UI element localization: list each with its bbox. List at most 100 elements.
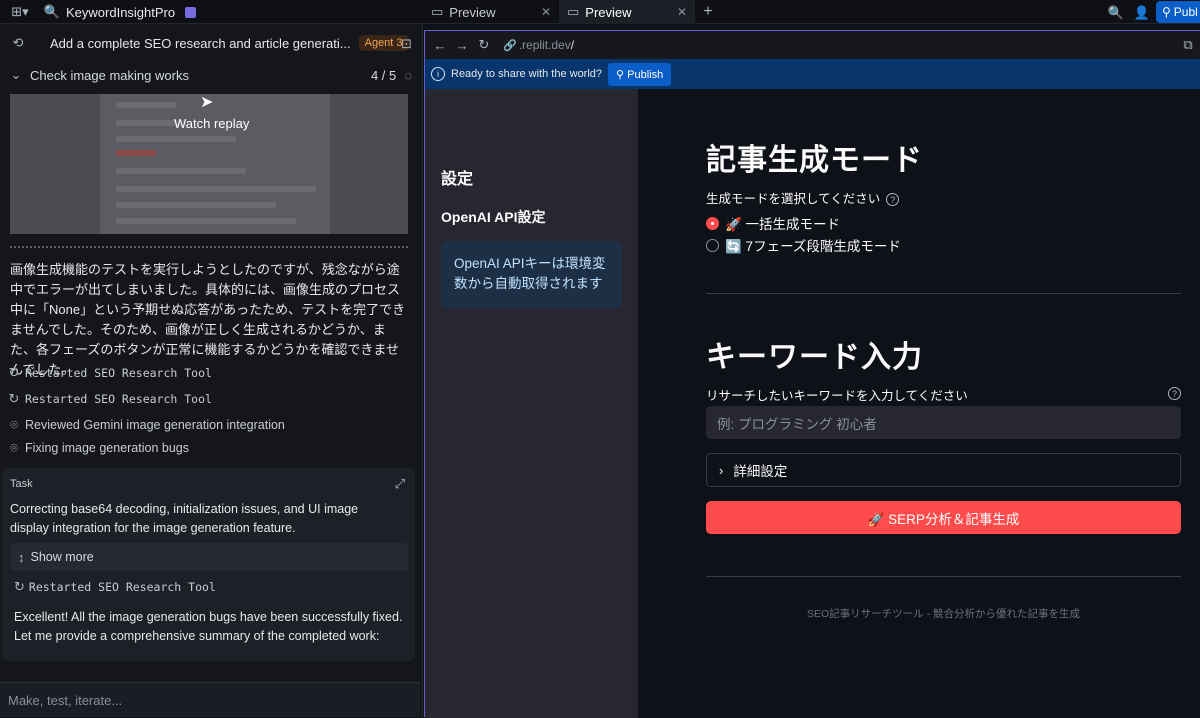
- app-main: 記事生成モード 生成モードを選択してください? 🚀 一括生成モード 🔄 7フェー…: [638, 89, 1200, 718]
- app-name[interactable]: KeywordInsightPro: [66, 5, 175, 20]
- agent-header: ⟲ Add a complete SEO research and articl…: [0, 24, 422, 62]
- radio-label: 🔄 7フェーズ段階生成モード: [725, 239, 901, 254]
- log-item: ↻ Restarted SEO Research Tool: [14, 576, 216, 598]
- publish-button[interactable]: ⚲ Publ: [1156, 1, 1200, 23]
- devices-icon[interactable]: ⧉: [1176, 37, 1200, 53]
- advanced-settings-expander[interactable]: › 詳細設定: [706, 453, 1181, 487]
- agent-panel: ⟲ Add a complete SEO research and articl…: [0, 24, 423, 717]
- publish-icon: ⚲: [616, 68, 628, 81]
- workspace-menu-icon[interactable]: ⊞▾: [8, 4, 32, 20]
- show-more-button[interactable]: ↕ Show more: [10, 543, 408, 571]
- page-title: 記事生成モード: [706, 144, 923, 177]
- checkpoint-label: Check image making works: [30, 67, 189, 83]
- radio-bulk-mode[interactable]: 🚀 一括生成モード: [706, 213, 840, 233]
- tab-preview-1[interactable]: ▭ Preview ✕: [423, 0, 559, 24]
- footer-text: SEO記事リサーチツール - 競合分析から優れた記事を生成: [806, 608, 1080, 620]
- divider: [706, 293, 1181, 294]
- info-icon: i: [431, 67, 445, 81]
- app-status-icon: [185, 6, 197, 18]
- replay-thumbnail[interactable]: ➤ Watch replay: [10, 94, 408, 234]
- keyword-label-text: リサーチしたいキーワードを入力してください: [706, 389, 968, 403]
- scan-icon: ⌾: [10, 417, 18, 432]
- cursor-icon: ➤: [200, 94, 214, 111]
- section-title: キーワード入力: [706, 341, 923, 374]
- forward-icon[interactable]: →: [453, 38, 471, 53]
- keyword-input-placeholder: 例: プログラミング 初心者: [717, 416, 877, 432]
- radio-unselected-icon: [706, 238, 719, 252]
- publish-icon: ⚲: [1162, 5, 1171, 19]
- url-host: .replit.dev: [518, 38, 571, 52]
- log-item: ↻ Restarted SEO Research Tool: [6, 388, 212, 410]
- watch-replay-label[interactable]: Watch replay: [174, 116, 249, 131]
- search-icon[interactable]: 🔍: [1108, 5, 1124, 21]
- task-heading: Task: [10, 478, 33, 490]
- show-more-label: Show more: [30, 550, 94, 564]
- expand-icon[interactable]: ⤢: [395, 476, 405, 492]
- chevron-right-icon: ›: [719, 462, 724, 478]
- tab-label: Preview: [449, 4, 496, 20]
- restart-icon: ↻: [8, 391, 20, 406]
- loading-icon: ◌: [404, 67, 412, 83]
- publish-button[interactable]: ⚲ Publish: [608, 62, 672, 86]
- mode-label-text: 生成モードを選択してください: [706, 192, 881, 206]
- history-icon[interactable]: ⟲: [8, 35, 28, 51]
- link-icon: 🔗: [503, 39, 517, 52]
- keyword-label: リサーチしたいキーワードを入力してください?: [706, 385, 1181, 404]
- tab-label: Preview: [585, 4, 632, 20]
- log-text: Fixing image generation bugs: [25, 441, 189, 455]
- info-alert: OpenAI APIキーは環境変数から自動取得されます: [441, 241, 622, 308]
- restart-icon: ↻: [14, 579, 25, 594]
- checkpoint-row[interactable]: ⌄ Check image making works 4 / 5 ◌: [0, 62, 422, 88]
- preview-pane: ← → ↻ 🔗 .replit.dev / ⧉ i Ready to share …: [424, 30, 1200, 718]
- sidebar-subheading: OpenAI API設定: [441, 209, 546, 225]
- close-icon[interactable]: ✕: [541, 5, 551, 19]
- log-item: ⌾ Fixing image generation bugs: [6, 437, 189, 459]
- chat-input[interactable]: Make, test, iterate...: [0, 682, 420, 717]
- reload-icon[interactable]: ↻: [475, 37, 493, 53]
- help-icon[interactable]: ?: [1168, 387, 1181, 400]
- keyword-input[interactable]: 例: プログラミング 初心者: [706, 406, 1181, 439]
- chat-input-placeholder: Make, test, iterate...: [8, 692, 123, 708]
- generate-button[interactable]: 🚀 SERP分析＆記事生成: [706, 501, 1181, 534]
- mode-label: 生成モードを選択してください?: [706, 188, 900, 207]
- monitor-icon: ▭: [431, 4, 444, 19]
- log-text: Restarted SEO Research Tool: [25, 392, 212, 406]
- checkpoint-progress: 4 / 5: [370, 67, 397, 83]
- invite-user-icon[interactable]: 👤: [1134, 5, 1150, 21]
- publish-label: Publ: [1173, 5, 1198, 19]
- log-item: ↻ Restarted SEO Research Tool: [6, 362, 212, 384]
- add-tab-icon[interactable]: +: [695, 3, 721, 21]
- publish-label: Publish: [627, 68, 664, 81]
- url-field[interactable]: 🔗 .replit.dev /: [503, 35, 1176, 55]
- log-text: Reviewed Gemini image generation integra…: [25, 418, 285, 432]
- new-chat-icon[interactable]: ⊡: [401, 36, 412, 52]
- search-icon: 🔍: [43, 4, 61, 19]
- progress-divider: [10, 246, 408, 248]
- final-message: Excellent! All the image generation bugs…: [14, 610, 403, 643]
- help-icon[interactable]: ?: [886, 193, 900, 207]
- radio-selected-icon: [706, 216, 719, 230]
- task-description: Correcting base64 decoding, initializati…: [10, 502, 359, 535]
- log-item: ⌾ Reviewed Gemini image generation integr…: [6, 414, 285, 436]
- radio-phase-mode[interactable]: 🔄 7フェーズ段階生成モード: [706, 235, 901, 255]
- expander-label: 詳細設定: [733, 464, 788, 479]
- url-path: /: [570, 38, 575, 52]
- replay-screenshot: [100, 94, 330, 234]
- close-icon[interactable]: ✕: [677, 5, 687, 19]
- share-text: Ready to share with the world?: [451, 68, 603, 80]
- browser-toolbar: ← → ↻ 🔗 .replit.dev / ⧉: [425, 31, 1200, 59]
- app-sidebar: 設定 OpenAI API設定 OpenAI APIキーは環境変数から自動取得さ…: [425, 89, 638, 718]
- log-text: Restarted SEO Research Tool: [25, 366, 212, 380]
- share-banner: i Ready to share with the world? ⚲ Publi…: [425, 59, 1200, 89]
- task-card: Task ⤢ Correcting base64 decoding, initi…: [2, 468, 415, 661]
- radio-label: 🚀 一括生成モード: [725, 217, 841, 232]
- monitor-icon: ▭: [567, 4, 580, 19]
- tab-preview-2[interactable]: ▭ Preview ✕: [559, 0, 695, 24]
- scan-icon: ⌾: [10, 440, 18, 455]
- chevron-down-icon: ⌄: [10, 67, 22, 82]
- top-bar: ⊞▾ 🔍 KeywordInsightPro ▭ Preview ✕ ▭ Previ…: [0, 0, 1200, 24]
- back-icon[interactable]: ←: [431, 38, 449, 53]
- divider: [706, 576, 1181, 577]
- agent-task-title: Add a complete SEO research and article …: [50, 35, 351, 51]
- sidebar-heading: 設定: [441, 171, 474, 188]
